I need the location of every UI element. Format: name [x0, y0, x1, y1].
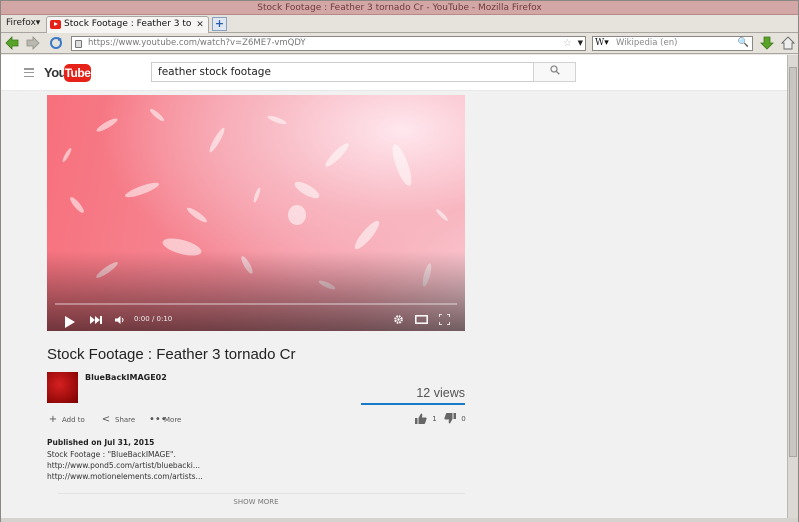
dislike-button[interactable]: 0 — [444, 413, 466, 424]
logo-you: You — [44, 65, 67, 80]
firefox-menu-label: Firefox — [6, 18, 36, 28]
add-to-label: Add to — [62, 416, 85, 424]
youtube-search-button[interactable] — [533, 62, 576, 82]
youtube-search-input[interactable]: feather stock footage — [151, 62, 533, 82]
add-to-button[interactable]: + Add to — [47, 414, 85, 426]
view-count: 12 views — [416, 386, 465, 400]
play-icon[interactable] — [64, 316, 76, 328]
back-arrow-icon[interactable] — [5, 36, 19, 50]
share-button[interactable]: < Share — [100, 414, 135, 426]
description-link[interactable]: http://www.motionelements.com/artists... — [47, 472, 203, 481]
status-bar — [1, 518, 798, 522]
description-link[interactable]: http://www.pond5.com/artist/bluebacki... — [47, 461, 200, 470]
reload-icon[interactable] — [49, 36, 63, 50]
fullscreen-icon[interactable] — [439, 314, 450, 325]
channel-avatar[interactable] — [47, 372, 78, 403]
publish-date: Published on Jul 31, 2015 — [47, 438, 155, 447]
url-text: https://www.youtube.com/watch?v=Z6ME7-vm… — [88, 38, 306, 48]
plus-icon: + — [48, 414, 58, 425]
search-engine-label: W — [595, 38, 605, 48]
download-arrow-icon[interactable] — [760, 36, 774, 50]
sentiment-bar — [361, 403, 465, 405]
search-query-text: feather stock footage — [158, 66, 271, 78]
video-title: Stock Footage : Feather 3 tornado Cr — [47, 346, 296, 363]
video-player[interactable]: 0:00 / 0:10 — [47, 95, 465, 331]
thumbs-down-icon — [444, 413, 456, 424]
channel-name-link[interactable]: BlueBackIMAGE02 — [85, 373, 167, 382]
player-time: 0:00 / 0:10 — [134, 315, 173, 323]
bookmark-star-icon[interactable]: ☆ — [563, 37, 572, 50]
browser-search-field[interactable]: W▾ Wikipedia (en) 🔍 — [592, 36, 753, 51]
close-tab-icon[interactable]: ✕ — [195, 20, 205, 30]
navigation-toolbar: https://www.youtube.com/watch?v=Z6ME7-vm… — [1, 33, 798, 54]
tab-bar: Firefox▾ Stock Footage : Feather 3 torna… — [1, 15, 798, 33]
logo-tube: Tube — [64, 64, 91, 82]
firefox-menu-button[interactable]: Firefox▾ — [3, 16, 43, 31]
url-bar[interactable]: https://www.youtube.com/watch?v=Z6ME7-vm… — [71, 36, 586, 51]
theater-mode-icon[interactable] — [415, 315, 428, 324]
search-icon — [550, 65, 560, 75]
thumbs-up-icon — [415, 413, 427, 424]
page-viewport: You Tube feather stock footage 0:00 / 0:… — [1, 55, 787, 518]
forward-arrow-icon[interactable] — [26, 36, 40, 50]
tab-title: Stock Footage : Feather 3 torna... — [64, 19, 192, 29]
new-tab-button[interactable]: + — [212, 17, 227, 31]
guide-menu-icon[interactable] — [24, 68, 34, 78]
share-icon: < — [101, 414, 111, 425]
window-title: Stock Footage : Feather 3 tornado Cr - Y… — [257, 3, 542, 13]
scrollbar-thumb[interactable] — [789, 67, 797, 457]
share-label: Share — [115, 416, 136, 424]
more-button[interactable]: •••More — [149, 414, 181, 426]
search-placeholder: Wikipedia (en) — [616, 38, 678, 48]
more-dots-icon: ••• — [149, 414, 167, 425]
title-bar: Stock Footage : Feather 3 tornado Cr - Y… — [1, 1, 798, 15]
like-count: 1 — [432, 414, 437, 423]
divider — [58, 493, 465, 494]
firefox-window: Stock Footage : Feather 3 tornado Cr - Y… — [0, 0, 799, 522]
description-line: Stock Footage : "BlueBackIMAGE". — [47, 450, 176, 459]
home-icon[interactable] — [781, 36, 795, 50]
lock-icon — [75, 40, 82, 48]
url-dropdown-icon[interactable]: ▼ — [578, 37, 583, 50]
next-icon[interactable] — [90, 316, 102, 324]
youtube-favicon-icon — [50, 20, 61, 29]
tab-youtube[interactable]: Stock Footage : Feather 3 torna... ✕ — [46, 16, 209, 33]
settings-gear-icon[interactable] — [393, 314, 404, 325]
show-more-button[interactable]: SHOW MORE — [47, 498, 465, 506]
progress-bar[interactable] — [55, 303, 457, 305]
search-icon[interactable]: 🔍 — [738, 37, 749, 50]
page-scrollbar[interactable] — [787, 55, 798, 518]
volume-icon[interactable] — [115, 316, 125, 324]
youtube-header: You Tube feather stock footage — [1, 55, 787, 91]
wikipedia-engine-icon[interactable]: W▾ — [595, 37, 609, 50]
like-button[interactable]: 1 — [415, 413, 437, 424]
more-label: More — [164, 416, 182, 424]
dislike-count: 0 — [461, 414, 466, 423]
